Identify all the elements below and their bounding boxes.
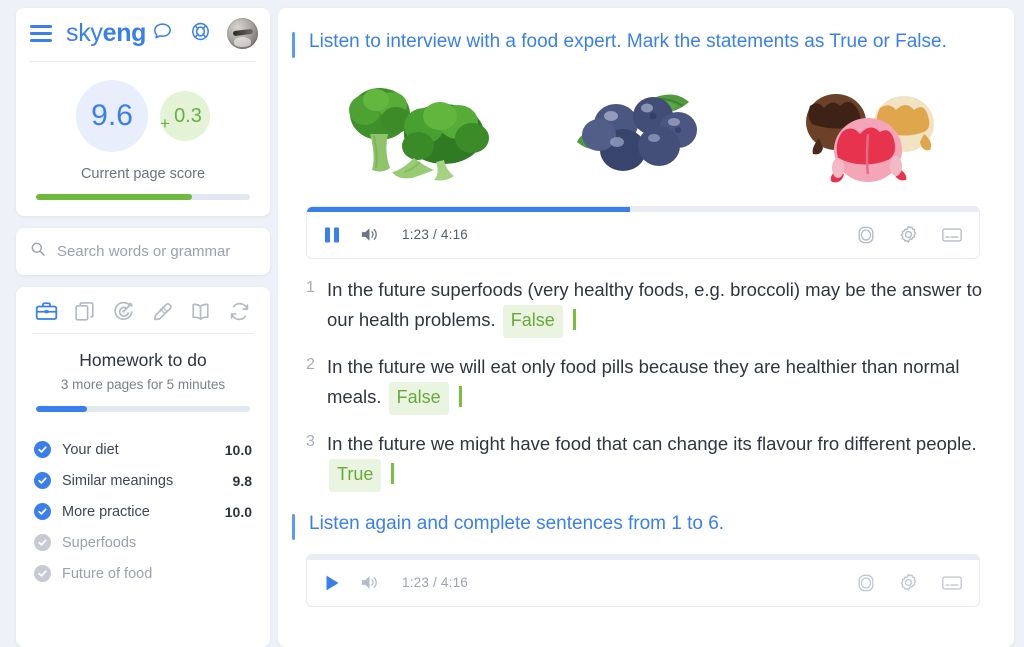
homework-item-score: 10.0 [224,503,252,520]
list-item[interactable]: Your diet 10.0 [32,434,256,465]
task2-heading-row: Listen again and complete sentences from… [292,512,990,541]
brand-bold: eng [102,19,147,47]
current-score-value: 9.6 [76,80,149,152]
audio-time-2: 1:23 / 4:16 [402,575,469,591]
subtitles-icon[interactable] [941,574,963,592]
homework-item-score: 9.8 [232,472,252,489]
check-pending-icon [34,534,51,551]
text-caret [458,386,462,408]
homework-item-label: More practice [62,503,150,520]
check-pending-icon [34,565,51,582]
list-item[interactable]: Superfoods [32,527,256,558]
main-content: Listen to interview with a food expert. … [278,0,1024,647]
chat-icon[interactable] [151,20,174,48]
homework-subtitle: 3 more pages for 5 minutes [60,377,226,392]
task1-heading: Listen to interview with a food expert. … [309,31,947,52]
statement-row: 1 In the future superfoods (very healthy … [306,275,990,339]
task2-heading: Listen again and complete sentences from… [309,513,725,535]
score-delta-plus: + [160,114,170,133]
homework-item-label: Similar meanings [62,472,174,489]
homework-progress [36,406,250,412]
audio-right-icons-1 [856,224,963,245]
gear-icon[interactable] [898,572,919,593]
homework-title: Homework to do [79,350,207,370]
miniplayer-icon[interactable] [856,225,876,245]
blueberries-image [541,72,741,192]
lifebuoy-icon[interactable] [189,20,212,48]
list-item[interactable]: Similar meanings 9.8 [32,465,256,496]
statement-text: In the future we will eat only food pill… [327,352,990,416]
brand-logo[interactable]: skyeng [66,21,146,46]
check-done-icon [34,441,51,458]
task1-accent-bar [292,32,295,58]
homework-item-label: Superfoods [62,534,137,551]
answer-field[interactable]: True [329,459,382,493]
volume-icon[interactable] [359,573,380,592]
lesson-card: Listen to interview with a food expert. … [278,8,1014,647]
sidebar: skyeng 9.6 + 0.3 Current page score Sear… [0,0,278,647]
text-caret [572,308,576,330]
tab-pencil[interactable] [150,299,175,324]
statement-text: In the future superfoods (very healthy f… [327,275,990,339]
statement-row: 3 In the future we might have food that c… [306,429,990,493]
broccoli-image [318,72,518,192]
sidebar-tabs [16,287,270,333]
tab-target[interactable] [111,299,136,324]
search-icon [30,241,46,262]
statement-text: In the future we might have food that ca… [327,429,990,493]
answer-field[interactable]: False [388,382,449,416]
sidebar-header: skyeng [16,8,270,61]
task1-image-row [292,72,990,192]
search-box[interactable] [16,228,270,275]
list-item[interactable]: Future of food [32,558,256,589]
tab-book[interactable] [188,299,213,324]
audio-player-2[interactable]: 1:23 / 4:16 [306,554,980,608]
list-item[interactable]: More practice 10.0 [32,496,256,527]
volume-icon[interactable] [359,225,380,244]
avatar[interactable] [227,18,258,49]
text-caret [391,463,395,485]
homework-card: Homework to do 3 more pages for 5 minute… [16,287,270,647]
homework-list: Your diet 10.0 Similar meanings 9.8 More pra… [16,428,270,589]
subtitles-icon[interactable] [941,226,963,244]
statement-number: 3 [306,433,315,451]
miniplayer-icon[interactable] [856,573,876,593]
score-label: Current page score [80,166,206,182]
audio-player-1[interactable]: 1:23 / 4:16 [306,206,980,259]
statements-list: 1 In the future superfoods (very healthy … [292,275,990,493]
statement-number: 1 [306,279,315,296]
homework-item-label: Your diet [62,441,119,458]
brand-light: sky [66,19,103,47]
statement-row: 2 In the future we will eat only food pil… [306,352,990,416]
gear-icon[interactable] [898,224,919,245]
tab-refresh[interactable] [227,299,252,324]
check-done-icon [34,503,51,520]
tab-briefcase[interactable] [34,299,59,324]
app-root: skyeng 9.6 + 0.3 Current page score Sear… [0,0,1024,647]
audio-controls-1: 1:23 / 4:16 [307,212,979,258]
task1-heading-row: Listen to interview with a food expert. … [292,30,990,58]
pause-icon[interactable] [323,226,341,244]
answer-field[interactable]: False [502,304,563,339]
header-icon-group [151,18,258,49]
task2-accent-bar [292,514,295,541]
ice-cream-image [764,72,964,192]
tab-cards[interactable] [73,299,98,324]
score-delta-wrap: + 0.3 [150,91,210,141]
homework-item-score: 10.0 [224,441,252,458]
play-icon[interactable] [323,574,341,592]
score-display: 9.6 + 0.3 [16,62,270,156]
search-input[interactable] [57,243,256,260]
audio-right-icons-2 [856,572,963,593]
audio-time-1: 1:23 / 4:16 [402,227,469,242]
page-score-progress [36,194,250,200]
homework-item-label: Future of food [62,565,153,582]
check-done-icon [34,472,51,489]
audio-controls-2: 1:23 / 4:16 [307,560,979,606]
score-card: skyeng 9.6 + 0.3 Current page score [16,8,270,216]
statement-number: 2 [306,356,315,374]
menu-icon[interactable] [30,25,52,42]
